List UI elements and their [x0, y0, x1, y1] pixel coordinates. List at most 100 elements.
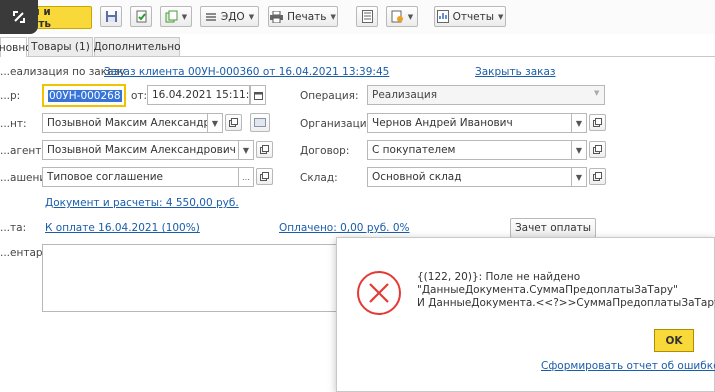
save-button[interactable] — [100, 6, 122, 27]
organization-value: Чернов Андрей Иванович — [372, 117, 513, 129]
chevron-down-icon: ▼ — [242, 145, 250, 155]
ok-label: OK — [665, 334, 683, 347]
post-document-icon — [136, 10, 146, 23]
date-field[interactable]: 16.04.2021 15:11:07 — [147, 85, 250, 105]
warehouse-field[interactable]: Основной склад — [367, 167, 572, 187]
reports-button[interactable]: Отчеты ▼ — [434, 6, 506, 27]
error-report-link[interactable]: Сформировать отчет об ошибке — [541, 360, 715, 372]
error-line-3: И ДанныеДокумента.<<?>>СуммаПредоплатыЗа… — [417, 297, 715, 309]
offset-payment-button[interactable]: Зачет оплаты — [510, 218, 596, 238]
organization-label: Организация: — [300, 118, 377, 130]
tab-bar: ...новное Товары (1) Дополнительно — [0, 34, 715, 57]
attachment-icon — [391, 10, 403, 23]
open-icon — [260, 172, 269, 181]
number-field[interactable]: 00УН-000268 — [42, 84, 126, 107]
calendar-icon — [253, 91, 263, 100]
error-message: {(122, 20)}: Поле не найдено "ДанныеДоку… — [417, 271, 715, 310]
chevron-down-icon: ▼ — [211, 118, 219, 128]
offset-payment-label: Зачет оплаты — [514, 222, 592, 234]
chevron-down-icon: ▼ — [407, 12, 414, 21]
open-icon — [260, 145, 269, 154]
client-open-button[interactable] — [225, 114, 242, 131]
chevron-down-icon: ▼ — [181, 12, 188, 21]
counterparty-field[interactable]: Позывной Максим Александрович — [42, 140, 239, 160]
paid-link[interactable]: Оплачено: 0,00 руб. 0% — [279, 222, 410, 234]
comment-textarea[interactable] — [42, 244, 342, 312]
chevron-down-icon: ▼ — [330, 12, 336, 21]
chevron-down-icon: ▼ — [575, 172, 583, 182]
agreement-field[interactable]: Типовое соглашение — [42, 167, 239, 187]
payment-label: ...та: — [0, 222, 27, 234]
chevron-down-icon: ▼ — [575, 118, 583, 128]
contract-field[interactable]: С покупателем — [367, 140, 572, 160]
warehouse-dropdown-button[interactable]: ▼ — [571, 167, 587, 187]
error-line-1: {(122, 20)}: Поле не найдено — [417, 271, 581, 283]
chevron-down-icon: ▼ — [498, 12, 504, 21]
contract-label: Договор: — [300, 145, 350, 157]
from-label: от: — [131, 90, 148, 102]
chevron-down-icon: ▼ — [575, 145, 583, 155]
client-dropdown-button[interactable]: ▼ — [207, 113, 223, 133]
attachments-button[interactable]: ▼ — [386, 6, 418, 27]
error-icon — [357, 271, 401, 315]
open-icon — [593, 172, 602, 181]
counterparty-open-button[interactable] — [256, 141, 273, 158]
contract-dropdown-button[interactable]: ▼ — [571, 140, 587, 160]
create-based-icon — [165, 10, 178, 23]
open-icon — [593, 118, 602, 127]
contract-value: С покупателем — [372, 144, 456, 156]
chevron-down-icon: ▼ — [248, 12, 255, 21]
organization-open-button[interactable] — [589, 114, 606, 131]
ok-button[interactable]: OK — [654, 329, 694, 352]
client-card-button[interactable] — [250, 113, 270, 132]
organization-dropdown-button[interactable]: ▼ — [571, 113, 587, 133]
number-value: 00УН-000268 — [48, 89, 122, 102]
list-icon — [361, 10, 373, 23]
warehouse-label: Склад: — [300, 172, 338, 184]
edo-button[interactable]: ЭДО ▼ — [200, 6, 259, 27]
organization-field[interactable]: Чернов Андрей Иванович — [367, 113, 572, 133]
error-dialog: {(122, 20)}: Поле не найдено "ДанныеДоку… — [336, 237, 715, 392]
calendar-button[interactable] — [250, 85, 266, 105]
counterparty-dropdown-button[interactable]: ▼ — [238, 140, 254, 160]
counterparty-label: ...агент: — [0, 145, 45, 157]
tab-main[interactable]: ...новное — [0, 37, 38, 57]
operation-label: Операция: — [300, 90, 359, 102]
warehouse-open-button[interactable] — [589, 168, 606, 185]
chevron-down-icon: ▼ — [594, 89, 600, 97]
to-pay-link[interactable]: К оплате 16.04.2021 (100%) — [45, 222, 200, 234]
edo-icon — [205, 12, 216, 21]
toolbar: ...ести и закрыть ▼ ЭДО ▼ Печать ▼ ▼ Отч… — [0, 0, 715, 34]
printer-icon — [270, 10, 284, 23]
post-button[interactable] — [130, 6, 152, 27]
error-line-2: "ДанныеДокумента.СуммаПредоплатыЗаТару" — [417, 284, 678, 296]
report-icon — [436, 10, 449, 23]
basis-order-link[interactable]: Заказ клиента 00УН-000360 от 16.04.2021 … — [104, 66, 389, 78]
expand-icon[interactable] — [0, 0, 38, 34]
open-icon — [229, 118, 238, 127]
close-order-link[interactable]: Закрыть заказ — [475, 66, 555, 78]
print-button[interactable]: Печать ▼ — [268, 6, 338, 27]
agreement-open-button[interactable] — [256, 168, 273, 185]
document-list-button[interactable] — [356, 6, 378, 27]
save-icon — [105, 11, 117, 22]
tab-goods-label: Товары (1) — [31, 41, 90, 53]
operation-field[interactable]: Реализация — [367, 85, 605, 105]
create-based-on-button[interactable]: ▼ — [160, 6, 192, 27]
tab-goods[interactable]: Товары (1) — [28, 37, 93, 56]
documents-and-settlements-link[interactable]: Документ и расчеты: 4 550,00 руб. — [45, 197, 239, 209]
client-field[interactable]: Позывной Максим Александрови — [42, 113, 208, 133]
print-label: Печать — [287, 10, 327, 23]
card-icon — [254, 118, 266, 127]
contract-open-button[interactable] — [589, 141, 606, 158]
number-label: ...р: — [0, 90, 21, 102]
counterparty-value: Позывной Максим Александрович — [47, 144, 236, 156]
operation-value: Реализация — [372, 89, 438, 101]
tab-additional-label: Дополнительно — [93, 41, 181, 53]
date-value: 16.04.2021 15:11:07 — [152, 89, 250, 101]
agreement-value: Типовое соглашение — [47, 171, 164, 183]
ellipsis-icon: … — [242, 172, 250, 182]
warehouse-value: Основной склад — [372, 171, 462, 183]
agreement-select-button[interactable]: … — [238, 167, 254, 187]
tab-additional[interactable]: Дополнительно — [93, 37, 181, 56]
